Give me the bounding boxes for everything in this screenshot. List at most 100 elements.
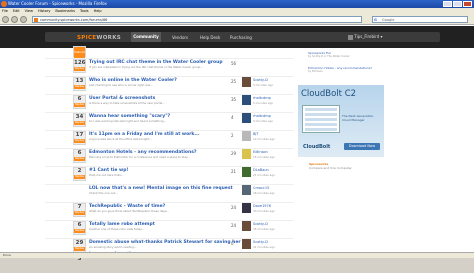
reply-label: Replies	[74, 139, 85, 143]
table-row[interactable]: 6 Replies User Portal & screenshots Is th…	[45, 93, 293, 113]
search-input[interactable]: G Google	[372, 16, 468, 23]
thread-snippet: Just checking to see who is online right…	[89, 84, 153, 87]
last-poster[interactable]: rhaltcdmp	[253, 114, 271, 118]
avatar[interactable]	[242, 113, 251, 123]
reply-count-box: 13 Replies	[73, 77, 86, 91]
reply-count: 7	[77, 204, 82, 210]
thread-title[interactable]: Who is online in the Water Cooler?	[89, 78, 177, 83]
reply-count: 126	[74, 60, 86, 66]
last-poster[interactable]: Scotty-D	[253, 78, 268, 82]
reply-label: Replies	[74, 211, 85, 215]
reply-label: Replies	[74, 229, 85, 233]
thread-snippet: Anyone else stuck at the office late ton…	[89, 138, 152, 141]
last-poster[interactable]: Dave1976	[253, 204, 271, 208]
avatar[interactable]	[242, 131, 251, 141]
thread-title[interactable]: Domestic abuse what-thanks Patrick Stewa…	[89, 240, 250, 245]
ad-screenshot	[302, 105, 340, 133]
thread-title[interactable]: Trying out IRC chat theme in the Water C…	[89, 60, 223, 65]
last-post-time: 12 minutes ago	[253, 137, 275, 141]
view-count: 24	[231, 205, 237, 210]
table-row[interactable]: 34 Replies Wanna hear something "scary"? …	[45, 111, 293, 131]
logo-accent: WORKS	[96, 35, 122, 41]
thread-title[interactable]: #1 Cant tie wp!	[89, 168, 128, 173]
url-bar[interactable]: community.spiceworks.com/forums/66	[32, 16, 362, 23]
navigation-toolbar: community.spiceworks.com/forums/66 G Goo…	[0, 14, 474, 25]
window-title: Water Cooler Forum - Spiceworks - Mozill…	[8, 1, 107, 6]
reply-count-box: 6 Replies	[73, 221, 86, 235]
sidebar-link-meta: by Edlinson	[308, 70, 323, 73]
table-row[interactable]: 2 Replies #1 Cant tie wp! Help me out her…	[45, 165, 293, 185]
firefox-icon	[1, 1, 7, 7]
table-row[interactable]: 6 Replies Edmonton Hotels - any recommend…	[45, 147, 293, 167]
reload-icon[interactable]	[20, 16, 27, 23]
nav-community[interactable]: Community	[131, 32, 161, 42]
table-row[interactable]: 13 Replies Who is online in the Water Coo…	[45, 75, 293, 95]
last-post-time: 5 minutes ago	[253, 101, 274, 105]
thread-title[interactable]: Wanna hear something "scary"?	[89, 114, 170, 119]
last-poster[interactable]: Scotty-D	[253, 222, 268, 226]
avatar[interactable]	[242, 95, 251, 105]
reply-count: 6	[77, 222, 82, 228]
reply-label: Replies	[74, 103, 85, 107]
last-poster[interactable]: Cmacc15	[253, 186, 269, 190]
ad-logo: CloudBolt	[303, 144, 331, 150]
view-count: 25	[231, 79, 237, 84]
search-placeholder: Google	[382, 18, 395, 22]
nav-purchasing[interactable]: Purchasing	[230, 35, 252, 40]
small-ad[interactable]: Spiceworks Compare and hire Computer	[309, 162, 352, 170]
reply-count: 29	[75, 240, 84, 246]
table-row[interactable]: LOL now that's a new! Mental image on th…	[45, 183, 293, 203]
last-post-time: 28 minutes ago	[253, 191, 275, 195]
reply-count-box: 2 Replies	[73, 167, 86, 181]
last-poster[interactable]: Scotty-D	[253, 240, 268, 244]
last-post-time: 35 minutes ago	[253, 227, 275, 231]
thread-title[interactable]: Totally lame robo attempt	[89, 222, 155, 227]
reply-count-box: 29 Replies	[73, 239, 86, 253]
avatar[interactable]	[242, 149, 251, 159]
table-row[interactable]: 7 Replies TechRepublic - Waste of time? W…	[45, 201, 293, 221]
avatar[interactable]	[242, 185, 251, 195]
thread-title[interactable]: LOL now that's a new! Mental image on th…	[89, 186, 233, 191]
view-count: 21	[231, 169, 237, 174]
reply-count-box: 7 Replies	[73, 203, 86, 217]
reply-count: 17	[75, 132, 84, 138]
download-button[interactable]: Download Now	[344, 143, 380, 150]
last-post-time: 3 minutes ago	[253, 83, 274, 87]
avatar[interactable]	[242, 77, 251, 87]
view-count: 2	[231, 133, 234, 138]
table-row[interactable]: 6 Replies Totally lame robo attempt Anoth…	[45, 219, 293, 239]
table-row[interactable]: 17 Replies It's 11pm on a Friday and I'm …	[45, 129, 293, 149]
avatar[interactable]	[242, 167, 251, 177]
last-poster[interactable]: Edlinson	[253, 150, 268, 154]
nav-vendors[interactable]: Vendors	[172, 35, 188, 40]
spiceworks-logo[interactable]: SPICEWORKS	[77, 35, 121, 41]
last-post-time: 30 minutes ago	[253, 209, 275, 213]
nav-help-desk[interactable]: Help Desk	[200, 35, 220, 40]
user-menu[interactable]: Tips_Firebird ▾	[348, 34, 383, 40]
table-row[interactable]: 126 Replies Trying out IRC chat theme in …	[45, 57, 293, 77]
status-text: Done	[3, 253, 11, 257]
thread-title[interactable]: TechRepublic - Waste of time?	[89, 204, 165, 209]
last-poster[interactable]: rhaltcdmp	[253, 96, 271, 100]
last-post-time: 21 minutes ago	[253, 173, 275, 177]
last-post-time: 15 minutes ago	[253, 155, 275, 159]
last-poster[interactable]: BJT	[253, 132, 259, 136]
forward-icon[interactable]	[11, 16, 18, 23]
google-icon: G	[374, 18, 377, 22]
status-bar: Done	[0, 252, 474, 258]
back-icon[interactable]	[2, 16, 9, 23]
minimize-icon[interactable]	[443, 1, 452, 7]
last-poster[interactable]: DLaBaun	[253, 168, 269, 172]
thread-title[interactable]: It's 11pm on a Friday and I'm still at w…	[89, 132, 200, 137]
maximize-icon[interactable]	[453, 1, 462, 7]
thread-snippet: So I was working late last night and hea…	[89, 120, 167, 123]
avatar[interactable]	[242, 221, 251, 231]
avatar[interactable]	[242, 239, 251, 249]
thread-snippet: Check this one out...	[89, 192, 118, 195]
view-count: 29	[231, 151, 237, 156]
reply-count: 2	[77, 168, 82, 174]
thread-title[interactable]: User Portal & screenshots	[89, 96, 155, 101]
avatar[interactable]	[242, 203, 251, 213]
close-icon[interactable]	[463, 1, 472, 7]
thread-title[interactable]: Edmonton Hotels - any recommendations?	[89, 150, 197, 155]
